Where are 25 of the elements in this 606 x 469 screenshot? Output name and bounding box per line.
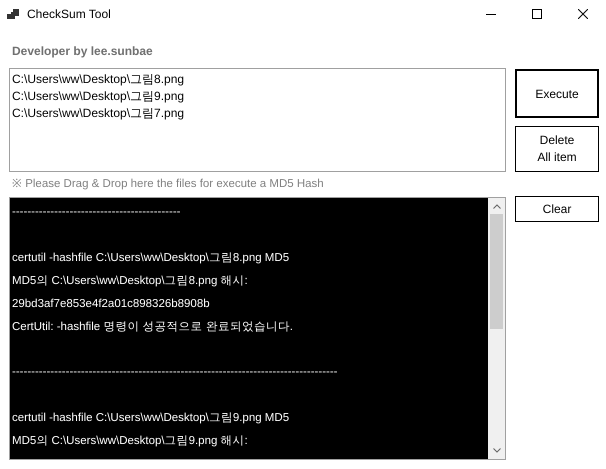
console-line: ------------------------------------------------------------------------------------- <box>12 365 338 380</box>
scroll-down-icon[interactable] <box>492 448 500 453</box>
delete-all-button[interactable]: Delete All item <box>515 126 599 172</box>
console-line: CertUtil: -hashfile 명령이 성공적으로 완료되었습니다. <box>12 320 293 335</box>
execute-button[interactable]: Execute <box>515 69 599 118</box>
console-line: MD5의 C:\Users\ww\Desktop\그림8.png 해시: <box>12 274 248 289</box>
console-line: certutil -hashfile C:\Users\ww\Desktop\그림8.png MD5 <box>12 250 290 266</box>
scrollbar-thumb[interactable] <box>490 214 503 329</box>
developer-label: Developer by lee.sunbae <box>12 44 153 58</box>
console-line: certutil -hashfile C:\Users\ww\Desktop\그림9.png MD5 <box>12 411 290 426</box>
close-icon <box>578 9 588 19</box>
maximize-icon <box>532 9 542 19</box>
file-list-item[interactable]: C:\Users\ww\Desktop\그림9.png <box>12 88 184 105</box>
console-line: MD5의 C:\Users\ww\Desktop\그림9.png 해시: <box>12 434 248 450</box>
scroll-up-icon[interactable] <box>492 204 500 209</box>
clear-button[interactable]: Clear <box>515 196 599 222</box>
console-line: -------------------------------------------- <box>12 205 181 220</box>
app-icon <box>7 8 19 20</box>
file-list-item[interactable]: C:\Users\ww\Desktop\그림7.png <box>12 105 184 122</box>
file-list[interactable]: C:\Users\ww\Desktop\그림8.png C:\Users\ww\Desktop\그림9.png C:\Users\ww\Desktop\그림7.png <box>9 68 506 172</box>
drag-drop-hint: ※ Please Drag & Drop here the files for execute a MD5 Hash <box>12 176 324 192</box>
file-list-item[interactable]: C:\Users\ww\Desktop\그림8.png <box>12 71 184 88</box>
window-title: CheckSum Tool <box>27 6 111 23</box>
scrollbar[interactable] <box>488 198 505 459</box>
console-line: 29bd3af7e853e4f2a01c898326b8908b <box>12 296 210 312</box>
